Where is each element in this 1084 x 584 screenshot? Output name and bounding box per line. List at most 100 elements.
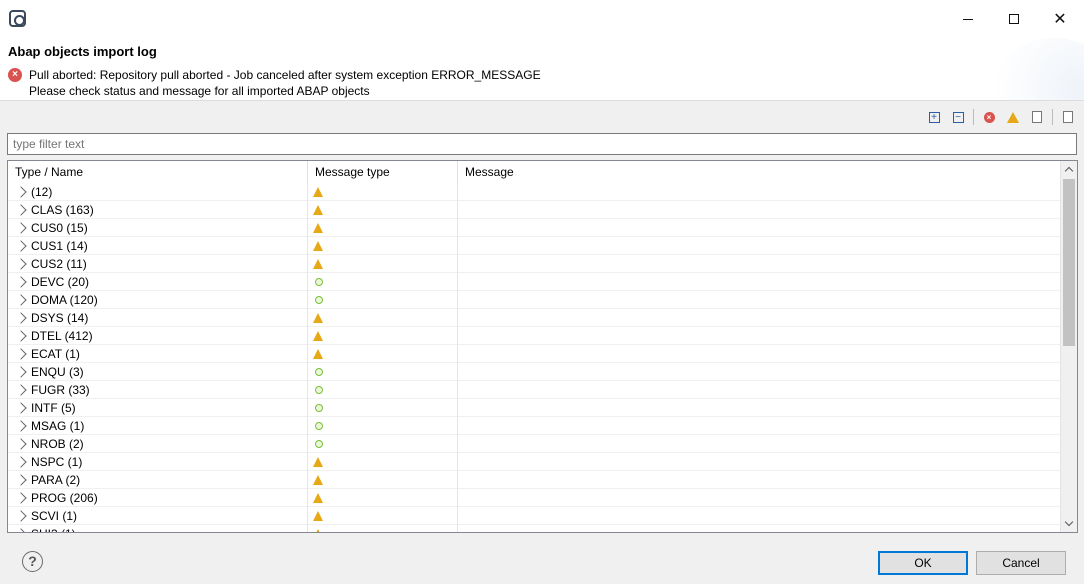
row-message-cell bbox=[458, 219, 1061, 237]
column-type-name[interactable]: Type / Name bbox=[8, 161, 308, 183]
table-row[interactable]: PARA (2) bbox=[8, 471, 1061, 489]
scroll-down-button[interactable] bbox=[1061, 515, 1077, 532]
row-label: SCVI (1) bbox=[31, 508, 78, 523]
table-row[interactable]: SCVI (1) bbox=[8, 507, 1061, 525]
minimize-button[interactable] bbox=[945, 0, 991, 38]
scrollbar-thumb[interactable] bbox=[1063, 179, 1075, 346]
collapse-all-icon: − bbox=[952, 111, 964, 123]
row-message-type-cell bbox=[308, 345, 458, 363]
row-name-cell: SCVI (1) bbox=[8, 507, 308, 525]
table-row[interactable]: DEVC (20) bbox=[8, 273, 1061, 291]
table-row[interactable]: DOMA (120) bbox=[8, 291, 1061, 309]
app-icon bbox=[9, 10, 26, 27]
chevron-right-icon[interactable] bbox=[15, 258, 27, 270]
export-log-button[interactable] bbox=[1059, 108, 1077, 126]
chevron-right-icon[interactable] bbox=[15, 312, 27, 324]
warning-icon bbox=[313, 349, 323, 359]
row-message-type-cell bbox=[308, 273, 458, 291]
chevron-right-icon[interactable] bbox=[15, 294, 27, 306]
vertical-scrollbar[interactable] bbox=[1060, 161, 1077, 532]
row-message-cell bbox=[458, 327, 1061, 345]
import-log-tree: Type / Name Message type Message (12) CLA… bbox=[7, 160, 1078, 533]
table-row[interactable]: CUS0 (15) bbox=[8, 219, 1061, 237]
toolbar-separator bbox=[1052, 109, 1053, 125]
chevron-right-icon[interactable] bbox=[15, 456, 27, 468]
chevron-right-icon[interactable] bbox=[15, 348, 27, 360]
table-row[interactable]: NROB (2) bbox=[8, 435, 1061, 453]
row-name-cell: CUS1 (14) bbox=[8, 237, 308, 255]
chevron-right-icon[interactable] bbox=[15, 204, 27, 216]
row-message-type-cell bbox=[308, 327, 458, 345]
success-icon bbox=[315, 368, 323, 376]
chevron-right-icon[interactable] bbox=[15, 276, 27, 288]
table-row[interactable]: CLAS (163) bbox=[8, 201, 1061, 219]
chevron-right-icon[interactable] bbox=[15, 402, 27, 414]
chevron-right-icon[interactable] bbox=[15, 330, 27, 342]
chevron-right-icon[interactable] bbox=[15, 384, 27, 396]
chevron-right-icon[interactable] bbox=[15, 240, 27, 252]
cancel-button[interactable]: Cancel bbox=[976, 551, 1066, 575]
table-row[interactable]: INTF (5) bbox=[8, 399, 1061, 417]
row-label: CLAS (163) bbox=[31, 202, 94, 217]
collapse-all-button[interactable]: − bbox=[949, 108, 967, 126]
close-button[interactable]: ✕ bbox=[1037, 0, 1083, 38]
chevron-right-icon[interactable] bbox=[15, 492, 27, 504]
row-message-cell bbox=[458, 507, 1061, 525]
chevron-right-icon[interactable] bbox=[15, 222, 27, 234]
row-message-type-cell bbox=[308, 255, 458, 273]
scroll-up-button[interactable] bbox=[1061, 161, 1077, 178]
table-row[interactable]: ECAT (1) bbox=[8, 345, 1061, 363]
row-label: CUS0 (15) bbox=[31, 220, 88, 235]
show-warnings-button[interactable] bbox=[1004, 108, 1022, 126]
show-info-button[interactable] bbox=[1028, 108, 1046, 126]
ok-button[interactable]: OK bbox=[878, 551, 968, 575]
row-message-cell bbox=[458, 309, 1061, 327]
tree-column-header: Type / Name Message type Message bbox=[8, 161, 1061, 183]
row-message-type-cell bbox=[308, 525, 458, 532]
tree-rows: (12) CLAS (163) CUS0 (15) CUS1 (14) CUS2 (11… bbox=[8, 183, 1061, 533]
table-row[interactable]: MSAG (1) bbox=[8, 417, 1061, 435]
row-label: CUS2 (11) bbox=[31, 256, 87, 271]
row-label: SHI3 (1) bbox=[31, 526, 76, 533]
chevron-right-icon[interactable] bbox=[15, 420, 27, 432]
row-name-cell: DEVC (20) bbox=[8, 273, 308, 291]
show-errors-button[interactable]: × bbox=[980, 108, 998, 126]
warning-icon bbox=[313, 223, 323, 233]
row-message-cell bbox=[458, 345, 1061, 363]
chevron-right-icon[interactable] bbox=[15, 186, 27, 198]
row-message-type-cell bbox=[308, 489, 458, 507]
chevron-right-icon[interactable] bbox=[15, 438, 27, 450]
table-row[interactable]: DTEL (412) bbox=[8, 327, 1061, 345]
table-row[interactable]: DSYS (14) bbox=[8, 309, 1061, 327]
success-icon bbox=[315, 278, 323, 286]
row-message-type-cell bbox=[308, 417, 458, 435]
column-message[interactable]: Message bbox=[458, 161, 1061, 183]
column-message-type[interactable]: Message type bbox=[308, 161, 458, 183]
dialog-title: Abap objects import log bbox=[8, 44, 157, 59]
success-icon bbox=[315, 386, 323, 394]
chevron-right-icon[interactable] bbox=[15, 366, 27, 378]
chevron-right-icon[interactable] bbox=[15, 474, 27, 486]
row-message-type-cell bbox=[308, 453, 458, 471]
expand-all-button[interactable]: + bbox=[925, 108, 943, 126]
table-row[interactable]: CUS1 (14) bbox=[8, 237, 1061, 255]
table-row[interactable]: ENQU (3) bbox=[8, 363, 1061, 381]
success-icon bbox=[315, 404, 323, 412]
table-row[interactable]: NSPC (1) bbox=[8, 453, 1061, 471]
row-name-cell: PROG (206) bbox=[8, 489, 308, 507]
table-row[interactable]: (12) bbox=[8, 183, 1061, 201]
chevron-right-icon[interactable] bbox=[15, 510, 27, 522]
row-message-cell bbox=[458, 417, 1061, 435]
maximize-button[interactable] bbox=[991, 0, 1037, 38]
filter-input[interactable] bbox=[7, 133, 1077, 155]
row-label: PARA (2) bbox=[31, 472, 81, 487]
header-decoration bbox=[984, 38, 1084, 100]
help-button[interactable]: ? bbox=[22, 551, 43, 572]
warning-icon bbox=[313, 493, 323, 503]
table-row[interactable]: SHI3 (1) bbox=[8, 525, 1061, 533]
table-row[interactable]: FUGR (33) bbox=[8, 381, 1061, 399]
table-row[interactable]: CUS2 (11) bbox=[8, 255, 1061, 273]
show-info-icon bbox=[1032, 111, 1042, 123]
chevron-right-icon[interactable] bbox=[15, 528, 27, 532]
table-row[interactable]: PROG (206) bbox=[8, 489, 1061, 507]
